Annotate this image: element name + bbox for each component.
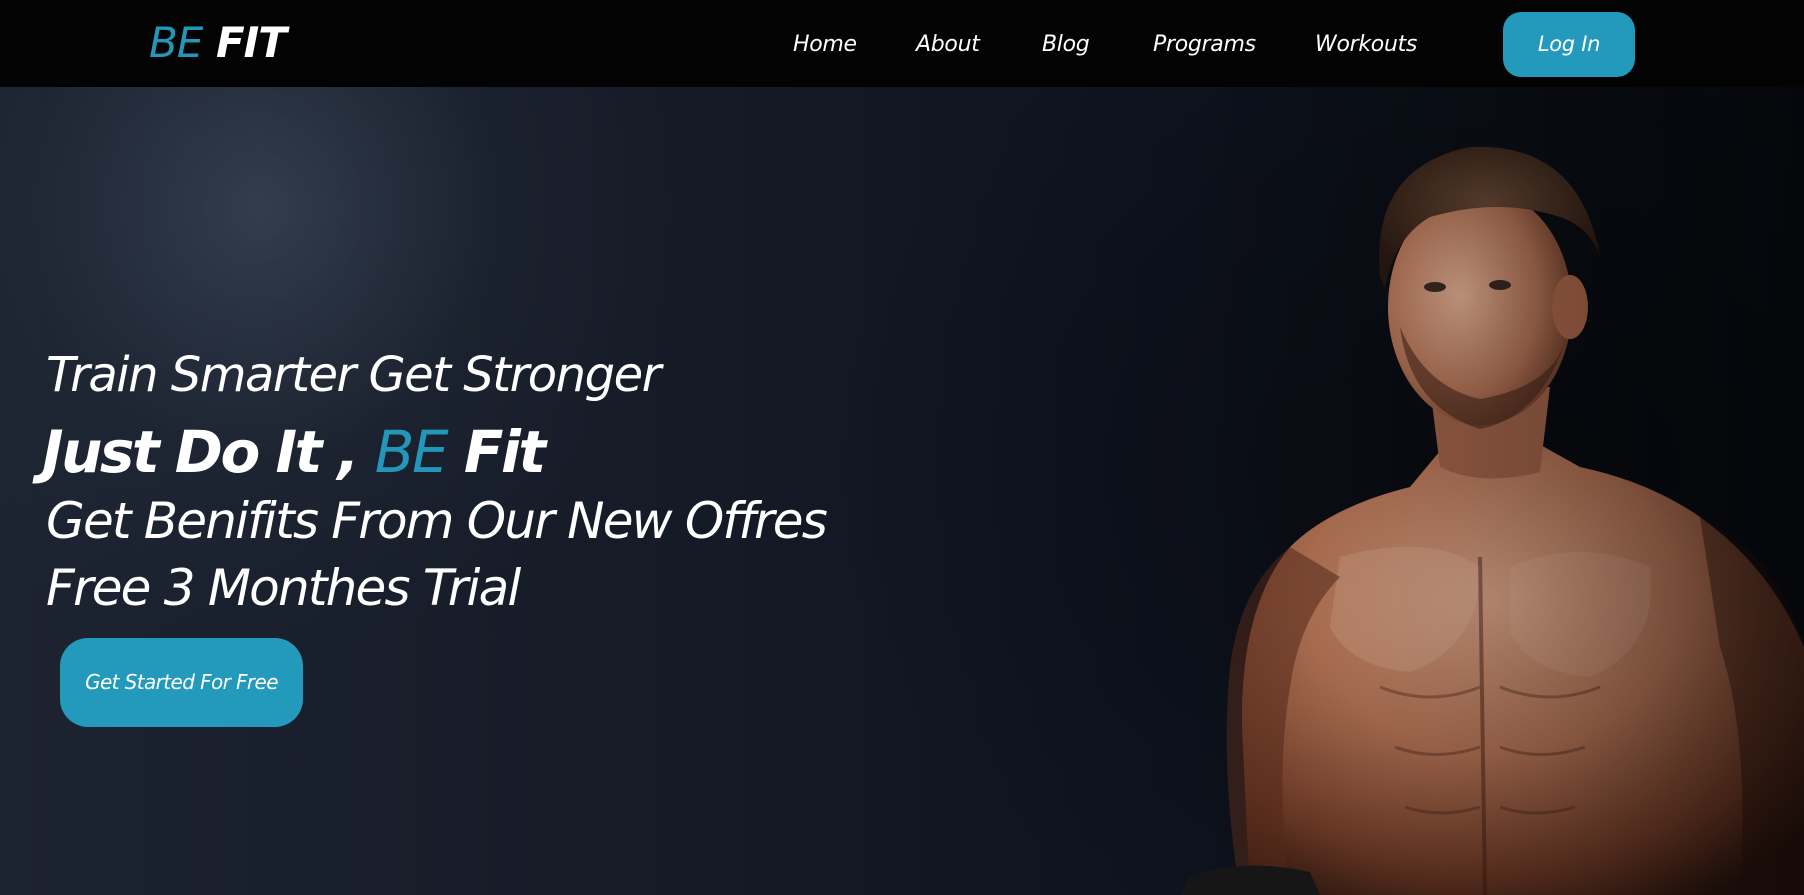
page: BE FIT Home About Blog Programs Workouts… [0,0,1804,895]
hero-headline: Just Do It , BE Fit [42,418,546,486]
hero-tagline: Train Smarter Get Stronger [46,347,661,403]
headline-end: Fit [446,418,546,486]
headline-accent: BE [374,418,449,486]
login-button[interactable]: Log In [1503,12,1635,77]
nav-link-programs[interactable]: Programs [1153,28,1256,62]
get-started-button[interactable]: Get Started For Free [60,638,303,727]
nav-link-about[interactable]: About [916,28,980,62]
hero-athlete-image [1180,87,1804,895]
logo-accent: BE [149,18,203,67]
nav-link-workouts[interactable]: Workouts [1315,28,1417,62]
nav-link-blog[interactable]: Blog [1042,28,1090,62]
hero-offer-line: Get Benifits From Our New Offres [46,492,828,550]
logo-text: FIT [202,18,287,67]
hero-section: Train Smarter Get Stronger Just Do It , … [0,87,1804,895]
hero-trial-line: Free 3 Monthes Trial [46,559,521,617]
navbar: BE FIT Home About Blog Programs Workouts… [0,0,1804,87]
headline-start: Just Do It , [42,418,375,486]
brand-logo[interactable]: BE FIT [149,18,287,68]
nav-link-home[interactable]: Home [793,28,857,62]
